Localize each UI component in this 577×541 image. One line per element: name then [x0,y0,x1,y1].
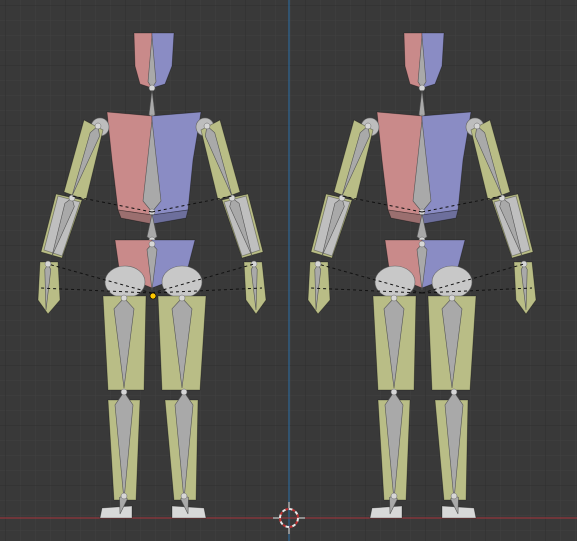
upper-arm-right-bone-head [203,122,211,130]
foot-left-bone-head [390,492,398,500]
foot-left [99,505,133,519]
foot-right-bone-head [180,492,188,500]
shin-right-bone-head [180,388,188,396]
foot-right [171,505,207,519]
shin-left-bone-head [390,388,398,396]
foot-left-bone-head [120,492,128,500]
upper-arm-left-bone-head [364,122,372,130]
foot-left [369,505,403,519]
viewport-canvas[interactable] [0,0,577,541]
3d-viewport[interactable] [0,0,577,541]
thigh-right-bone-head [178,294,186,302]
thigh-left-bone-head [120,294,128,302]
forearm-left-bone-head [68,194,76,202]
forearm-right-bone-head [498,194,506,202]
origin-dot [149,292,157,300]
hip-right-ball [161,265,203,299]
shin-right-bone-head [450,388,458,396]
forearm-right-bone-head [228,194,236,202]
foot-right-bone-head [450,492,458,500]
shin-left-bone-head [120,388,128,396]
pelvis-bone-head [148,240,156,248]
forearm-left-bone-head [338,194,346,202]
thigh-left-bone-head [390,294,398,302]
upper-arm-right-bone-head [473,122,481,130]
foot-right [441,505,477,519]
pelvis-bone-head [418,240,426,248]
thigh-right-bone-head [448,294,456,302]
upper-arm-left-bone-head [94,122,102,130]
hip-right-ball [431,265,473,299]
